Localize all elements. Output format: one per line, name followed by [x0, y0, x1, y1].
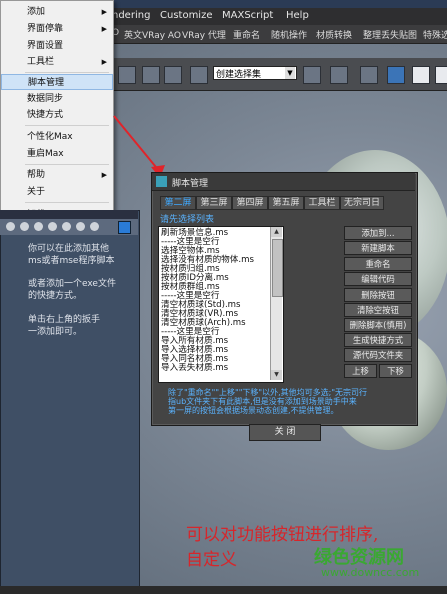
new-script-button[interactable]: 新建脚本: [344, 241, 412, 255]
menu-item-help[interactable]: 帮助 ▶: [1, 167, 113, 183]
tab-random[interactable]: 随机操作: [271, 28, 307, 41]
menu-customize[interactable]: Customize: [160, 10, 213, 21]
submenu-arrow-icon: ▶: [101, 8, 107, 16]
add-to-button[interactable]: 添加到...: [344, 226, 412, 240]
menu-item-script-manager[interactable]: 脚本管理: [1, 74, 113, 90]
move-up-button[interactable]: 上移: [344, 364, 377, 378]
tab-rename[interactable]: 重命名: [233, 28, 260, 41]
list-scrollbar[interactable]: ▲ ▼: [270, 227, 283, 380]
panel-text: 一添加即可。: [28, 327, 83, 337]
menu-maxscript[interactable]: MAXScript: [222, 10, 273, 21]
panel-text: 的快捷方式。: [28, 291, 83, 301]
edit-code-button[interactable]: 编辑代码: [344, 272, 412, 286]
layer-icon[interactable]: [360, 66, 378, 84]
snap-icon[interactable]: [118, 66, 136, 84]
menu-separator: [25, 72, 109, 73]
watermark-url: www.downcc.com: [321, 566, 420, 579]
tab-missing-maps[interactable]: 整理丢失贴图: [363, 28, 417, 41]
menu-item-about[interactable]: 关于: [1, 184, 113, 200]
help-note: 除了"重命名""上移""下移"以外,其他均可多选;"无宗司行: [168, 388, 367, 397]
help-note: 第一屏的按钮会根据场景动态创建,不提供管理。: [168, 406, 339, 415]
menu-item-ui-settings[interactable]: 界面设置: [1, 38, 113, 54]
panel-text: 单击右上角的扳手: [28, 315, 101, 325]
dot-icon[interactable]: [6, 222, 15, 231]
menu-separator: [25, 125, 109, 126]
menu-separator: [25, 164, 109, 165]
annotation-text: 自定义: [186, 550, 237, 570]
submenu-arrow-icon: ▶: [101, 171, 107, 179]
menu-help[interactable]: Help: [286, 10, 309, 21]
wrench-icon[interactable]: [118, 221, 131, 234]
app-icon: [156, 176, 167, 187]
source-folder-button[interactable]: 源代码文件夹: [344, 348, 412, 362]
menu-item-restart[interactable]: 重启Max: [1, 146, 113, 162]
submenu-arrow-icon: ▶: [101, 58, 107, 66]
tab-screen-2[interactable]: 第二屏: [160, 196, 196, 210]
panel-text: 或者添加一个exe文件: [28, 279, 116, 289]
tab-special-select[interactable]: 特殊选: [423, 28, 447, 41]
tab-orphans[interactable]: 无宗司日: [340, 196, 384, 210]
dot-icon[interactable]: [20, 222, 29, 231]
menu-separator: [25, 202, 109, 203]
schematic-icon[interactable]: [435, 66, 447, 84]
tab-screen-3[interactable]: 第三屏: [196, 196, 232, 210]
menu-item-dock[interactable]: 界面停靠 ▶: [1, 21, 113, 37]
annotation-text: 可以对功能按钮进行排序,: [186, 525, 379, 545]
menu-item-add[interactable]: 添加 ▶: [1, 4, 113, 20]
clear-empty-button[interactable]: 清除空按钮: [344, 303, 412, 317]
dialog-title-bar: 脚本管理: [152, 173, 415, 191]
delete-script-button[interactable]: 删除脚本(慎用): [344, 318, 412, 332]
script-listbox[interactable]: 刷新场景信息.ms -----这里是空行 选择空物体.ms 选择没有材质的物体.…: [158, 226, 284, 383]
submenu-arrow-icon: ▶: [101, 25, 107, 33]
panel-text: ms或者mse程序脚本: [28, 256, 115, 266]
tab-screen-5[interactable]: 第五屏: [268, 196, 304, 210]
mirror-icon[interactable]: [303, 66, 321, 84]
align-icon[interactable]: [330, 66, 348, 84]
named-selection-dropdown[interactable]: 创建选择集 ▼: [213, 66, 297, 80]
panel-text: 你可以在此添加其他: [28, 244, 110, 254]
tab-vray-ao[interactable]: 英文VRay AO: [124, 28, 181, 41]
dot-icon[interactable]: [90, 222, 99, 231]
tab-material-convert[interactable]: 材质转换: [316, 28, 352, 41]
scroll-thumb[interactable]: [272, 239, 283, 297]
menu-item-toolbar[interactable]: 工具栏 ▶: [1, 54, 113, 70]
status-strip: [0, 586, 447, 594]
delete-button[interactable]: 删除按钮: [344, 288, 412, 302]
create-shortcut-button[interactable]: 生成快捷方式: [344, 333, 412, 347]
menu-item-data-sync[interactable]: 数据同步: [1, 91, 113, 107]
dot-icon[interactable]: [62, 222, 71, 231]
dot-icon[interactable]: [48, 222, 57, 231]
graph-editor-icon[interactable]: [387, 66, 405, 84]
scroll-up-icon[interactable]: ▲: [271, 227, 282, 237]
tab-toolbar[interactable]: 工具栏: [304, 196, 340, 210]
menu-rendering[interactable]: ndering: [112, 10, 150, 21]
move-down-button[interactable]: 下移: [379, 364, 412, 378]
percent-snap-icon[interactable]: [164, 66, 182, 84]
curve-editor-icon[interactable]: [412, 66, 430, 84]
spinner-snap-icon[interactable]: [190, 66, 208, 84]
rename-button[interactable]: 重命名: [344, 257, 412, 271]
chevron-down-icon: ▼: [285, 67, 295, 79]
dot-icon[interactable]: [34, 222, 43, 231]
menu-item-personalize[interactable]: 个性化Max: [1, 129, 113, 145]
dialog-title: 脚本管理: [172, 179, 209, 189]
menu-item-shortcuts[interactable]: 快捷方式: [1, 107, 113, 123]
dot-icon[interactable]: [76, 222, 85, 231]
tab-screen-4[interactable]: 第四屏: [232, 196, 268, 210]
tab-vray-proxy[interactable]: VRay 代理: [182, 28, 226, 41]
angle-snap-icon[interactable]: [142, 66, 160, 84]
plugin-dropdown-menu: 添加 ▶ 界面停靠 ▶ 界面设置 工具栏 ▶ 脚本管理 数据同步 快捷方式 个性化Ma…: [0, 0, 114, 228]
help-note: 指ub文件夹下有此脚本,但是没有添加到场景助手中来: [168, 397, 357, 406]
scroll-down-icon[interactable]: ▼: [271, 370, 282, 380]
list-item[interactable]: 导入丢失材质.ms: [161, 364, 228, 373]
select-list-hint: 请先选择列表: [160, 215, 215, 225]
close-button[interactable]: 关 闭: [249, 424, 321, 441]
